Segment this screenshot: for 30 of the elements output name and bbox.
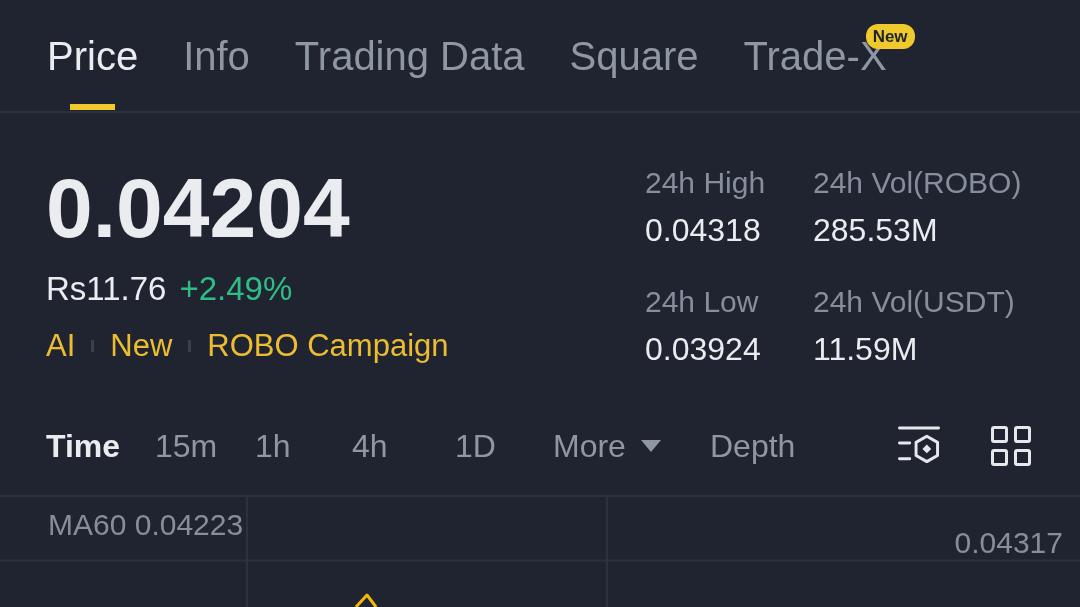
tab[interactable]: Square [569, 0, 699, 110]
last-price: 0.04204 [46, 166, 350, 250]
list-hexagon-icon[interactable] [898, 425, 940, 466]
tag-link[interactable]: AI [46, 330, 76, 361]
interval-tab[interactable]: 15m [155, 429, 218, 462]
ma-indicator: MA60 0.04223 [48, 510, 244, 540]
stat-label: 24h High [645, 168, 766, 198]
interval-tab[interactable]: 1h [255, 429, 291, 462]
stat-label: 24h Low [645, 287, 759, 317]
tab[interactable]: Trading Data [294, 0, 525, 110]
price-axis-label: 0.04317 [954, 528, 1063, 558]
tab[interactable]: Info [183, 0, 250, 110]
stat-value: 0.04318 [645, 214, 761, 246]
interval-tab[interactable]: Time [46, 429, 121, 462]
stat-label: 24h Vol(USDT) [813, 287, 1015, 317]
stat-value: 11.59M [813, 333, 918, 365]
stat-value: 285.53M [813, 214, 938, 246]
tag-link[interactable]: New [110, 330, 173, 361]
fiat-price: Rs11.76 [46, 272, 167, 305]
interval-tab[interactable]: 4h [352, 429, 388, 462]
stat-label: 24h Vol(ROBO) [813, 168, 1022, 198]
tab[interactable]: Price [47, 0, 139, 110]
caret-icon [640, 439, 661, 452]
tag-link[interactable]: ROBO Campaign [207, 330, 449, 361]
stat-value: 0.03924 [645, 333, 761, 365]
more-dropdown[interactable]: More [553, 429, 661, 462]
interval-tab[interactable]: Depth [710, 429, 796, 462]
grid-icon[interactable] [990, 425, 1032, 466]
interval-tab[interactable]: 1D [455, 429, 496, 462]
price-change: +2.49% [179, 272, 293, 305]
